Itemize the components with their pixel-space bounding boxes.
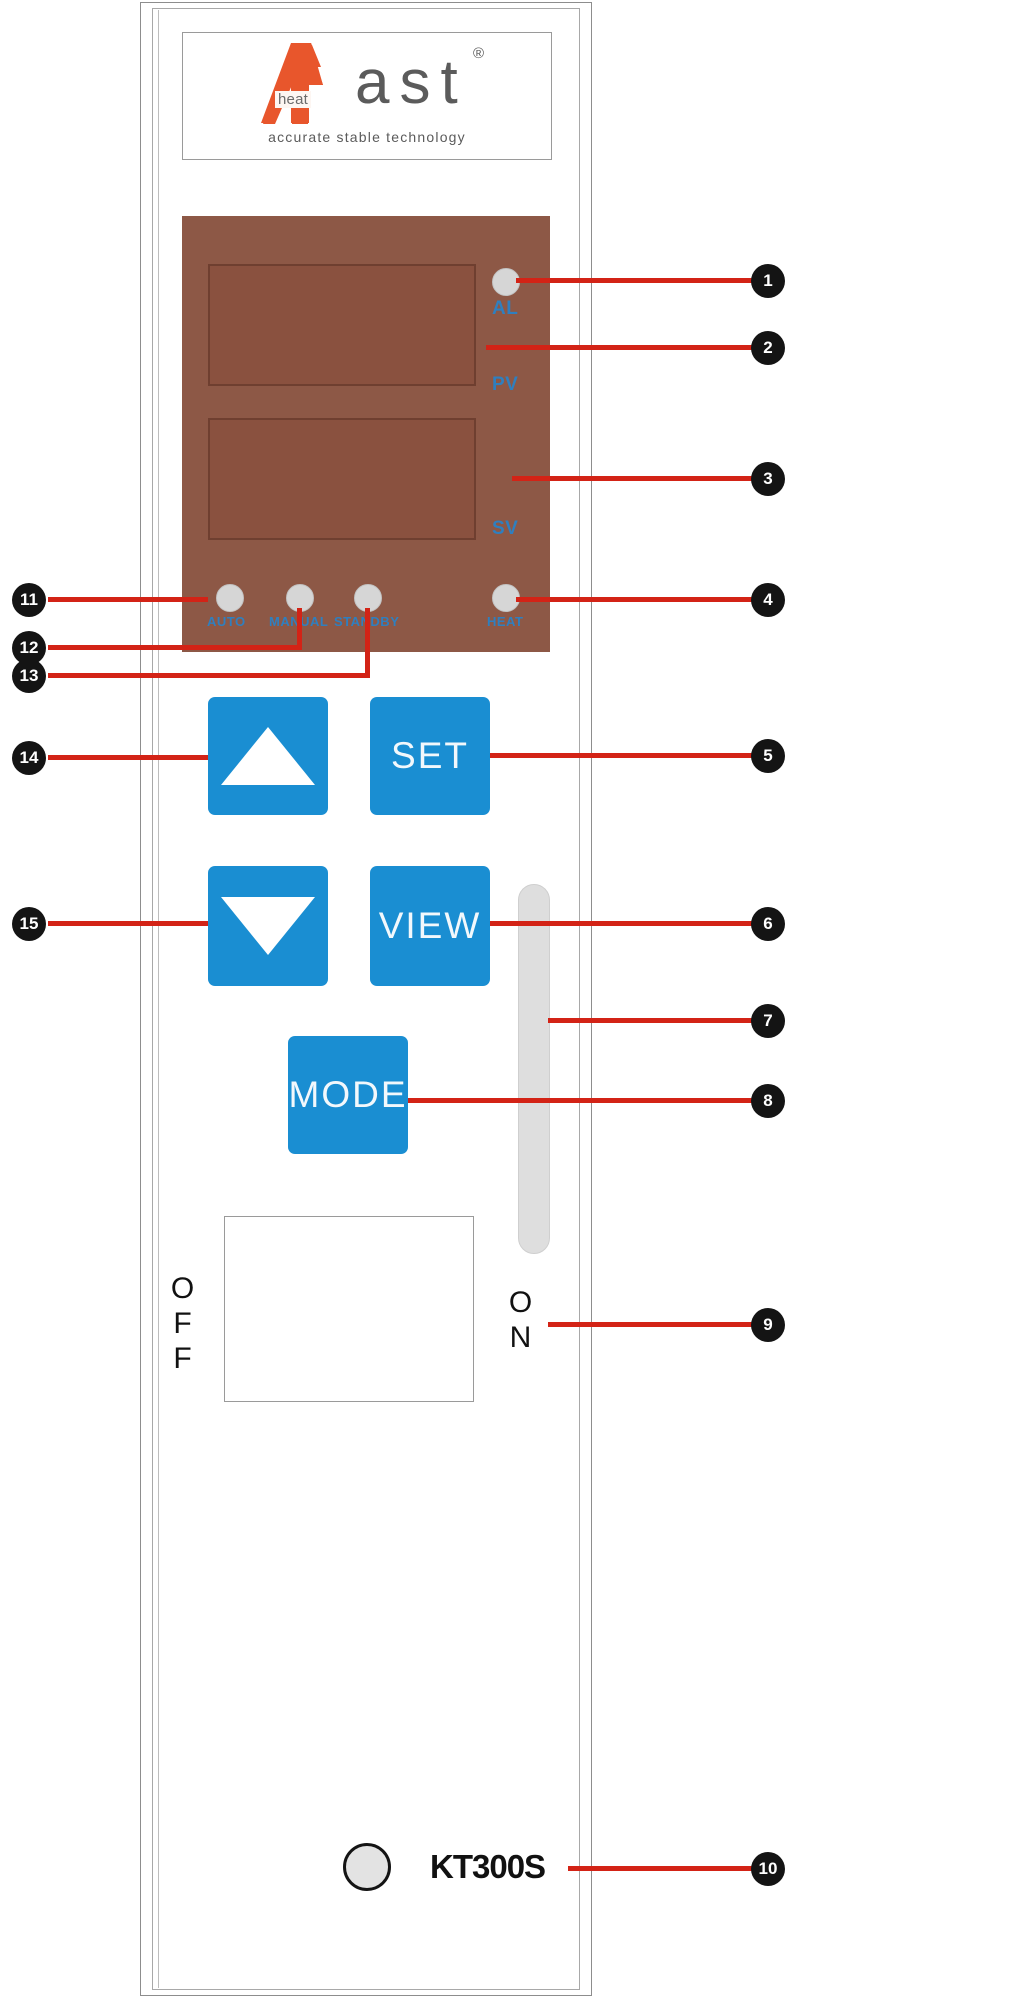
callout-badge-15[interactable]: 15 xyxy=(12,907,46,941)
leader-line-1 xyxy=(516,278,752,283)
off-position-label: OFF xyxy=(166,1272,199,1382)
model-label: KT300S xyxy=(430,1848,546,1885)
heat-label: HEAT xyxy=(487,614,524,629)
leader-line-7 xyxy=(548,1018,752,1023)
callout-badge-4[interactable]: 4 xyxy=(751,583,785,617)
callout-badge-8[interactable]: 8 xyxy=(751,1084,785,1118)
on-text: ON xyxy=(504,1286,537,1356)
blank-label-plate xyxy=(224,1216,474,1402)
al-label: AL xyxy=(492,298,519,319)
leader-line-8 xyxy=(408,1098,752,1103)
callout-badge-7[interactable]: 7 xyxy=(751,1004,785,1038)
leader-line-2 xyxy=(486,345,752,350)
leader-line-3 xyxy=(512,476,752,481)
brand-tagline: accurate stable technology xyxy=(268,129,466,145)
adjustment-knob[interactable] xyxy=(343,1843,391,1891)
triangle-down-icon xyxy=(221,897,315,955)
mode-button[interactable]: MODE xyxy=(288,1036,408,1154)
callout-badge-13[interactable]: 13 xyxy=(12,659,46,693)
set-button-label: SET xyxy=(391,735,469,776)
device-diagram: heat ast ® accurate stable technology AL… xyxy=(0,0,1024,1999)
power-rocker-switch[interactable] xyxy=(518,884,550,1254)
leader-line-11 xyxy=(48,597,208,602)
leader-line-6 xyxy=(490,921,752,926)
leader-line-12c xyxy=(297,608,302,650)
callout-badge-5[interactable]: 5 xyxy=(751,739,785,773)
off-text: OFF xyxy=(166,1272,199,1377)
leader-line-13b xyxy=(365,608,370,678)
brand-logo-box: heat ast ® accurate stable technology xyxy=(182,32,552,160)
leader-line-14 xyxy=(48,755,208,760)
lcd-display-panel: AL PV SV HEAT AUTO MANUAL STANDBY xyxy=(182,216,550,652)
leader-line-10 xyxy=(568,1866,752,1871)
up-button[interactable] xyxy=(208,697,328,815)
callout-badge-6[interactable]: 6 xyxy=(751,907,785,941)
set-button[interactable]: SET xyxy=(370,697,490,815)
callout-badge-2[interactable]: 2 xyxy=(751,331,785,365)
callout-badge-14[interactable]: 14 xyxy=(12,741,46,775)
sv-display-window xyxy=(208,418,476,540)
brand-heat-badge: heat xyxy=(275,91,311,108)
registered-trademark-icon: ® xyxy=(473,45,485,62)
callout-badge-9[interactable]: 9 xyxy=(751,1308,785,1342)
pv-display-window xyxy=(208,264,476,386)
auto-led xyxy=(216,584,244,612)
on-position-label: ON xyxy=(504,1286,537,1361)
view-button-label: VIEW xyxy=(378,905,482,946)
callout-badge-11[interactable]: 11 xyxy=(12,583,46,617)
leader-line-4 xyxy=(516,597,752,602)
mode-button-label: MODE xyxy=(288,1074,408,1115)
brand-wordmark: ast xyxy=(355,48,468,117)
leader-line-15 xyxy=(48,921,208,926)
view-button[interactable]: VIEW xyxy=(370,866,490,986)
triangle-up-icon xyxy=(221,727,315,785)
leader-line-12b xyxy=(183,645,301,650)
leader-line-12a xyxy=(48,645,183,650)
callout-badge-1[interactable]: 1 xyxy=(751,264,785,298)
leader-line-9 xyxy=(548,1322,752,1327)
auto-label: AUTO xyxy=(207,614,246,629)
callout-badge-3[interactable]: 3 xyxy=(751,462,785,496)
down-button[interactable] xyxy=(208,866,328,986)
leader-line-5 xyxy=(490,753,752,758)
sv-label: SV xyxy=(492,518,519,539)
brand-a-mark-icon xyxy=(261,41,345,125)
pv-label: PV xyxy=(492,374,519,395)
callout-badge-10[interactable]: 10 xyxy=(751,1852,785,1886)
leader-line-13a xyxy=(48,673,370,678)
